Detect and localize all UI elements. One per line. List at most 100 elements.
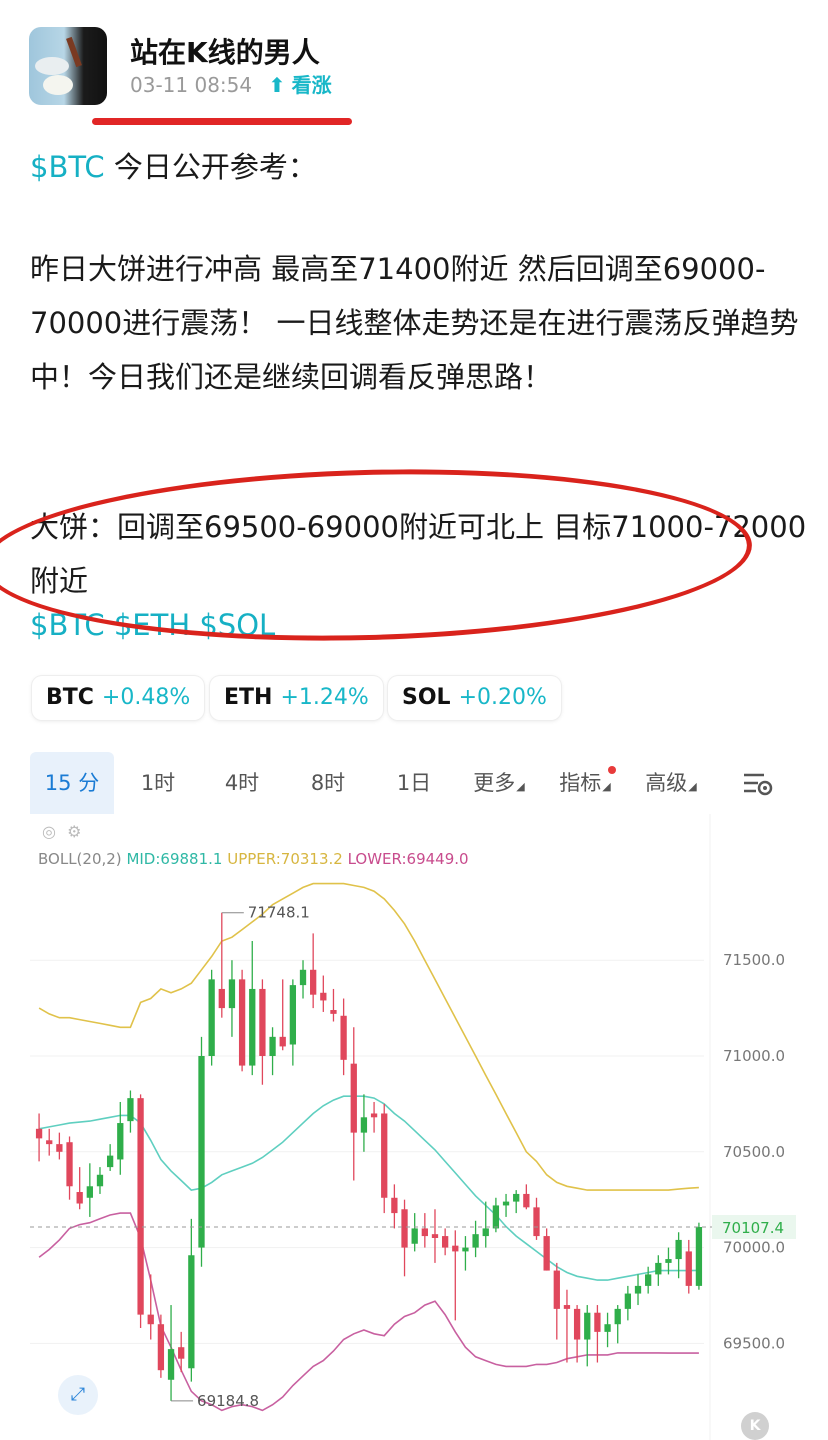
candle-body	[299, 969, 307, 986]
candle-body	[543, 1236, 550, 1271]
ticker-pill-eth[interactable]: ETH +1.24%	[210, 676, 383, 720]
tab-indicators-label: 指标	[559, 771, 602, 795]
candle-body	[218, 988, 225, 1009]
candle-body	[573, 1308, 581, 1340]
candle-body	[178, 1347, 185, 1359]
candle-body	[340, 1015, 347, 1060]
tab-4h[interactable]: 4时	[212, 752, 272, 814]
candle-body	[157, 1324, 165, 1371]
candle-body	[96, 1174, 104, 1187]
candle-body	[76, 1192, 83, 1204]
tab-more-label: 更多	[473, 771, 516, 795]
avatar-cloud	[35, 57, 69, 75]
boll-name: BOLL(20,2)	[38, 850, 122, 868]
ticker-symbol: SOL	[402, 685, 451, 710]
candle-body	[330, 1010, 337, 1014]
candle-body	[523, 1193, 530, 1208]
y-tick-label: 70500.0	[723, 1143, 785, 1161]
avatar-cloud	[43, 75, 73, 95]
candle-body	[645, 1274, 652, 1286]
btc-tag-link[interactable]: $BTC	[30, 150, 105, 184]
chart-toolbar-mini: ◎ ⚙	[42, 822, 81, 841]
y-tick-label: 70000.0	[723, 1239, 785, 1257]
chart-settings-icon[interactable]	[742, 770, 774, 798]
caret-down-icon: ◢	[688, 780, 697, 793]
candle-body	[441, 1236, 449, 1248]
candle-body	[421, 1228, 428, 1237]
last-price-label: 70107.4	[722, 1219, 784, 1237]
ticker-pill-sol[interactable]: SOL +0.20%	[388, 676, 561, 720]
candle-body	[46, 1140, 53, 1145]
candle-body	[665, 1259, 672, 1263]
tab-advanced-label: 高级	[645, 771, 688, 795]
low-price-label: 69184.8	[197, 1392, 259, 1410]
avatar-figure	[66, 36, 82, 68]
y-tick-label: 71000.0	[723, 1047, 785, 1065]
post-timestamp: 03-11 08:54	[130, 73, 253, 97]
tab-8h[interactable]: 8时	[298, 752, 358, 814]
gear-icon[interactable]: ⚙	[67, 822, 81, 841]
candle-body	[482, 1228, 489, 1237]
candle-body	[594, 1312, 601, 1332]
tab-indicators[interactable]: 指标◢	[556, 752, 616, 814]
candle-body	[137, 1098, 144, 1315]
candle-body	[370, 1113, 378, 1118]
candle-body	[533, 1207, 540, 1237]
ticker-symbol: BTC	[46, 685, 94, 710]
candle-body	[127, 1098, 134, 1122]
candle-body	[462, 1247, 469, 1252]
timeframe-tabs: 15 分 1时 4时 8时 1日 更多◢ 指标◢ 高级◢	[30, 752, 800, 814]
ticker-change: +1.24%	[280, 685, 369, 710]
candle-body	[472, 1234, 479, 1248]
candle-body	[66, 1142, 73, 1187]
candle-body	[695, 1227, 703, 1286]
eye-icon[interactable]: ◎	[42, 822, 56, 841]
y-tick-label: 69500.0	[723, 1334, 785, 1352]
candle-body	[675, 1239, 682, 1260]
candle-body	[431, 1234, 439, 1238]
caret-down-icon: ◢	[516, 780, 525, 793]
candle-body	[198, 1056, 205, 1248]
candle-body	[563, 1305, 571, 1309]
candle-body	[167, 1349, 175, 1380]
candle-body	[360, 1117, 368, 1133]
candlestick-chart[interactable]: 71500.0 71000.0 70500.0 70000.0 69500.0 70107…	[30, 814, 800, 1440]
candle-body	[624, 1293, 632, 1309]
candle-body	[604, 1324, 611, 1332]
candle-body	[513, 1193, 520, 1202]
candle-body	[117, 1123, 124, 1160]
y-tick-label: 71500.0	[723, 951, 785, 969]
ticker-change: +0.20%	[458, 685, 547, 710]
tab-1h[interactable]: 1时	[128, 752, 188, 814]
candle-body	[492, 1205, 500, 1229]
candle-body	[208, 979, 215, 1056]
caret-down-icon: ◢	[602, 780, 611, 793]
author-name[interactable]: 站在K线的男人	[130, 31, 320, 71]
candle-body	[238, 979, 246, 1066]
boll-mid: MID:69881.1	[126, 850, 223, 868]
ticker-change: +0.48%	[101, 685, 191, 710]
tab-advanced[interactable]: 高级◢	[642, 752, 700, 814]
candle-body	[553, 1270, 560, 1309]
author-avatar[interactable]	[29, 27, 107, 105]
boll-lower: LOWER:69449.0	[347, 850, 469, 868]
arrow-up-icon: ⬆	[268, 73, 286, 97]
boll-legend: BOLL(20,2) MID:69881.1 UPPER:70313.2 LOW…	[38, 850, 469, 868]
expand-icon[interactable]: ⤢	[58, 1375, 98, 1415]
candle-body	[106, 1155, 114, 1168]
candle-body	[655, 1262, 662, 1275]
boll-upper: UPPER:70313.2	[227, 850, 343, 868]
annotation-underline	[92, 118, 352, 125]
k-logo-icon[interactable]: K	[741, 1412, 769, 1440]
annotation-circle	[0, 459, 755, 651]
candle-body	[634, 1285, 642, 1294]
candle-body	[502, 1201, 510, 1206]
tab-more[interactable]: 更多◢	[470, 752, 528, 814]
candle-body	[685, 1251, 692, 1286]
ticker-pill-btc[interactable]: BTC +0.48%	[32, 676, 205, 720]
candle-body	[452, 1245, 459, 1252]
tab-1d[interactable]: 1日	[384, 752, 444, 814]
tab-15m[interactable]: 15 分	[30, 752, 114, 814]
candle-body	[401, 1209, 408, 1248]
post-intro-text: 今日公开参考：	[104, 150, 317, 184]
